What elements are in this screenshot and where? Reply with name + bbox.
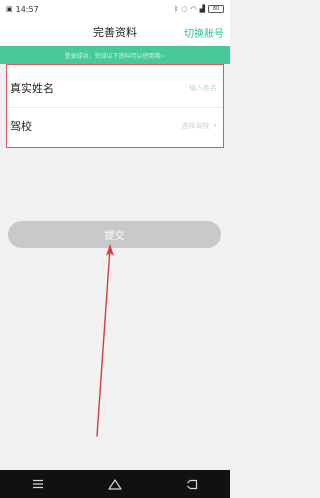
- status-left: ▣ 14:57: [6, 5, 39, 14]
- real-name-label: 真实姓名: [10, 82, 54, 95]
- mute-icon: ◌: [181, 4, 188, 13]
- page-title: 完善资料: [93, 26, 137, 39]
- wifi-icon: ◠: [190, 4, 197, 13]
- home-button[interactable]: [101, 474, 129, 494]
- menu-icon: [33, 479, 44, 489]
- battery-icon: 80: [208, 5, 224, 13]
- home-icon: [108, 479, 122, 490]
- chevron-right-icon: ›: [213, 121, 217, 131]
- driving-school-label: 驾校: [10, 120, 32, 133]
- notice-banner: 登录成功，完成以下资料可以使用哦~: [0, 46, 230, 64]
- switch-account-button[interactable]: 切换账号: [184, 25, 224, 40]
- back-button[interactable]: [178, 474, 206, 494]
- notification-icon: ▣: [6, 4, 13, 13]
- signal-icon: ▟: [199, 4, 205, 13]
- annotation-arrow-shaft: [96, 247, 111, 437]
- driving-school-select[interactable]: 选择驾校: [181, 121, 209, 131]
- profile-form: 真实姓名 输入姓名 驾校 选择驾校 ›: [6, 64, 224, 148]
- back-icon: [186, 479, 197, 489]
- submit-button[interactable]: 提交: [8, 221, 221, 248]
- header: 完善资料 切换账号: [0, 18, 230, 46]
- status-bar: ▣ 14:57 ᛒ ◌ ◠ ▟ 80: [0, 0, 230, 18]
- real-name-input[interactable]: 输入姓名: [189, 83, 217, 93]
- bluetooth-icon: ᛒ: [174, 4, 179, 13]
- notice-text: 登录成功，完成以下资料可以使用哦~: [64, 52, 166, 60]
- system-navigation-bar: [0, 470, 230, 498]
- real-name-row[interactable]: 真实姓名 输入姓名: [7, 68, 223, 108]
- status-time: 14:57: [15, 4, 39, 14]
- status-right: ᛒ ◌ ◠ ▟ 80: [174, 5, 224, 13]
- driving-school-row[interactable]: 驾校 选择驾校 ›: [7, 106, 223, 146]
- menu-button[interactable]: [24, 474, 52, 494]
